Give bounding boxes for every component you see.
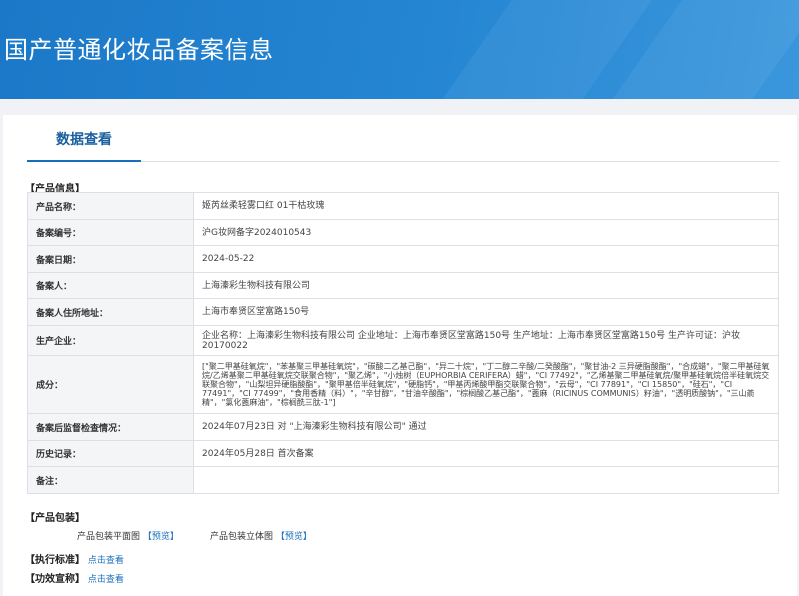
row-label: 备案日期： [27, 245, 194, 273]
product-info-table: 产品名称： 姬芮丝柔轻雾口红 01干枯玫瑰 备案编号： 沪G妆网备字202401… [27, 192, 779, 494]
row-label: 备案编号： [27, 219, 194, 246]
packaging-solid-label: 产品包装立体图 [210, 532, 274, 542]
row-value: 上海市奉贤区堂富路150号 [193, 298, 779, 326]
standard-row: 【执行标准】 点击查看 [25, 551, 124, 566]
row-value: 2024-05-22 [193, 245, 779, 273]
packaging-solid: 产品包装立体图 【预览】 [210, 529, 312, 542]
packaging-flat: 产品包装平面图 【预览】 [77, 529, 179, 542]
efficacy-view-link[interactable]: 点击查看 [88, 575, 124, 585]
header-banner: 国产普通化妆品备案信息 [0, 0, 799, 99]
tab-bar: 数据查看 [27, 115, 779, 162]
row-value: 姬芮丝柔轻雾口红 01干枯玫瑰 [193, 192, 779, 220]
standard-view-link[interactable]: 点击查看 [88, 556, 124, 566]
standard-title: 【执行标准】 [25, 555, 85, 566]
row-value: 企业名称：上海溱彩生物科技有限公司 企业地址：上海市奉贤区堂富路150号 生产地… [193, 325, 779, 356]
page-title: 国产普通化妆品备案信息 [4, 36, 274, 64]
packaging-title: 【产品包装】 [25, 513, 85, 524]
row-value: ["聚二甲基硅氧烷"，"苯基聚三甲基硅氧烷"，"碳酸二乙基己酯"，"异二十烷"，… [193, 355, 779, 414]
table-row: 备案日期： 2024-05-22 [27, 245, 779, 273]
row-label: 备注： [27, 466, 194, 494]
content-card: 数据查看 【产品信息】 产品名称： 姬芮丝柔轻雾口红 01干枯玫瑰 备案编号： … [3, 115, 797, 596]
table-row: 历史记录： 2024年05月28日 首次备案 [27, 440, 779, 467]
row-value: 2024年07月23日 对 "上海溱彩生物科技有限公司" 通过 [193, 413, 779, 441]
row-label: 产品名称： [27, 192, 194, 220]
row-label: 历史记录： [27, 440, 194, 467]
row-value [193, 466, 779, 494]
row-label: 备案人住所地址： [27, 298, 194, 326]
row-label: 生产企业： [27, 325, 194, 356]
table-row: 备案编号： 沪G妆网备字2024010543 [27, 219, 779, 246]
row-label: 成分： [27, 355, 194, 414]
table-row: 备注： [27, 466, 779, 494]
tab-data-view[interactable]: 数据查看 [27, 115, 141, 162]
table-row: 成分： ["聚二甲基硅氧烷"，"苯基聚三甲基硅氧烷"，"碳酸二乙基己酯"，"异二… [27, 355, 779, 414]
efficacy-title: 【功效宣称】 [25, 574, 85, 585]
table-row: 生产企业： 企业名称：上海溱彩生物科技有限公司 企业地址：上海市奉贤区堂富路15… [27, 325, 779, 356]
efficacy-row: 【功效宣称】 点击查看 [25, 570, 124, 585]
row-value: 2024年05月28日 首次备案 [193, 440, 779, 467]
row-value: 上海溱彩生物科技有限公司 [193, 272, 779, 299]
packaging-flat-label: 产品包装平面图 [77, 532, 141, 542]
packaging-flat-preview-link[interactable]: 【预览】 [143, 532, 179, 542]
table-row: 产品名称： 姬芮丝柔轻雾口红 01干枯玫瑰 [27, 192, 779, 220]
packaging-solid-preview-link[interactable]: 【预览】 [276, 532, 312, 542]
table-row: 备案后监督检查情况： 2024年07月23日 对 "上海溱彩生物科技有限公司" … [27, 413, 779, 441]
row-label: 备案后监督检查情况： [27, 413, 194, 441]
table-row: 备案人住所地址： 上海市奉贤区堂富路150号 [27, 298, 779, 326]
row-label: 备案人： [27, 272, 194, 299]
table-row: 备案人： 上海溱彩生物科技有限公司 [27, 272, 779, 299]
row-value: 沪G妆网备字2024010543 [193, 219, 779, 246]
